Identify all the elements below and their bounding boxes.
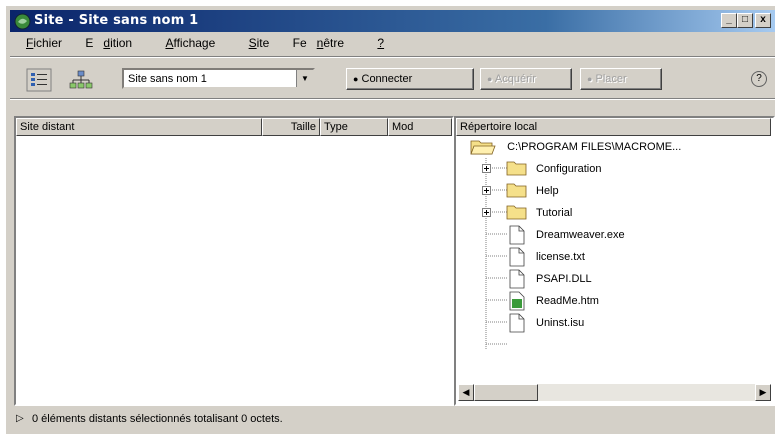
item-label: PSAPI.DLL xyxy=(536,273,592,285)
help-icon[interactable]: ? xyxy=(751,71,767,87)
menu-fichier[interactable]: Fichier xyxy=(16,36,72,50)
file-item[interactable]: ReadMe.htm xyxy=(456,290,756,312)
status-text: 0 éléments distants sélectionnés totalis… xyxy=(32,413,283,425)
put-dot-icon: ● xyxy=(587,74,593,84)
get-label: Acquérir xyxy=(494,73,536,85)
item-label: Configuration xyxy=(536,163,602,175)
dreamweaver-app-icon xyxy=(14,13,31,30)
file-item[interactable]: license.txt xyxy=(456,246,756,268)
expand-plus-icon[interactable] xyxy=(482,208,491,217)
connect-button[interactable]: ● Connecter xyxy=(346,68,474,90)
horizontal-scrollbar[interactable]: ◀ ▶ xyxy=(458,384,771,401)
file-item[interactable]: Uninst.isu xyxy=(456,312,756,334)
menu-bar: Fichier Edition Affichage Site Fe nêtre ? xyxy=(16,36,404,54)
title-bar[interactable]: Site - Site sans nom 1 _ □ x xyxy=(10,10,775,32)
status-bar: ▷ 0 éléments distants sélectionnés total… xyxy=(10,408,775,430)
connect-label: Connecter xyxy=(361,73,413,85)
file-icon xyxy=(509,225,525,245)
expand-plus-icon[interactable] xyxy=(482,186,491,195)
menu-site[interactable]: Site xyxy=(239,36,280,50)
window-title: Site - Site sans nom 1 xyxy=(34,13,199,28)
html-file-icon xyxy=(509,291,525,311)
get-dot-icon: ● xyxy=(487,74,493,84)
menu-label: ichier xyxy=(33,36,63,50)
item-label: Uninst.isu xyxy=(536,317,585,329)
close-button[interactable]: x xyxy=(755,13,771,28)
item-label: Dreamweaver.exe xyxy=(536,229,625,241)
local-directory-pane[interactable]: Répertoire local C:\PROGRAM FILES\MACROM… xyxy=(454,116,775,406)
column-taille[interactable]: Taille xyxy=(262,118,320,136)
column-type[interactable]: Type xyxy=(320,118,388,136)
menu-accel: S xyxy=(248,36,257,50)
site-window: Site - Site sans nom 1 _ □ x Fichier Edi… xyxy=(6,6,775,434)
item-label: Tutorial xyxy=(536,207,573,219)
site-files-view-icon[interactable] xyxy=(26,68,52,92)
scroll-right-icon[interactable]: ▶ xyxy=(755,384,771,401)
site-select[interactable]: Site sans nom 1 ▼ xyxy=(122,68,315,89)
file-item[interactable]: Dreamweaver.exe xyxy=(456,224,756,246)
scroll-thumb[interactable] xyxy=(474,384,538,401)
minimize-button[interactable]: _ xyxy=(721,13,737,28)
menu-label: E xyxy=(85,36,94,50)
menu-help[interactable]: ? xyxy=(367,36,394,50)
remote-site-pane[interactable]: Site distant Taille Type Mod xyxy=(14,116,454,406)
menu-edition[interactable]: Edition xyxy=(85,36,142,50)
folder-item[interactable]: Tutorial xyxy=(456,202,756,224)
item-label: Help xyxy=(536,185,559,197)
chevron-down-icon[interactable]: ▼ xyxy=(296,70,313,87)
file-item[interactable]: PSAPI.DLL xyxy=(456,268,756,290)
column-modifie[interactable]: Mod xyxy=(388,118,452,136)
site-select-value: Site sans nom 1 xyxy=(128,73,207,85)
tree-root[interactable]: C:\PROGRAM FILES\MACROME... xyxy=(470,136,681,158)
menu-label: ite xyxy=(256,36,270,50)
expand-arrow-icon[interactable]: ▷ xyxy=(16,408,24,430)
item-label: ReadMe.htm xyxy=(536,295,599,307)
site-map-icon[interactable] xyxy=(68,68,94,92)
menu-label: Fe xyxy=(292,36,307,50)
toolbar-divider xyxy=(10,98,775,100)
folder-icon xyxy=(506,181,528,199)
expand-plus-icon[interactable] xyxy=(482,164,491,173)
scroll-left-icon[interactable]: ◀ xyxy=(458,384,474,401)
file-icon xyxy=(509,269,525,289)
maximize-button[interactable]: □ xyxy=(737,13,753,28)
column-site-distant[interactable]: Site distant xyxy=(16,118,262,136)
get-button[interactable]: ● Acquérir xyxy=(480,68,572,90)
toolbar: Site sans nom 1 ▼ ● Connecter ● Acquérir… xyxy=(18,62,775,96)
root-path: C:\PROGRAM FILES\MACROME... xyxy=(507,141,682,153)
menu-fenetre[interactable]: Fe nêtre xyxy=(293,36,354,50)
file-icon xyxy=(509,313,525,333)
menu-label: ition xyxy=(110,36,133,50)
put-label: Placer xyxy=(595,73,627,85)
connect-dot-icon: ● xyxy=(353,74,359,84)
menu-divider xyxy=(10,56,775,58)
menu-accel: ? xyxy=(377,36,385,50)
menu-label: être xyxy=(323,36,345,50)
menu-label: ffichage xyxy=(173,36,216,50)
folder-item[interactable]: Configuration xyxy=(456,158,756,180)
column-repertoire-local[interactable]: Répertoire local xyxy=(456,118,771,136)
menu-affichage[interactable]: Affichage xyxy=(155,36,225,50)
folder-item[interactable]: Help xyxy=(456,180,756,202)
item-label: license.txt xyxy=(536,251,585,263)
folder-icon xyxy=(506,159,528,177)
folder-icon xyxy=(506,203,528,221)
open-folder-icon xyxy=(470,140,496,155)
file-icon xyxy=(509,247,525,267)
put-button[interactable]: ● Placer xyxy=(580,68,662,90)
